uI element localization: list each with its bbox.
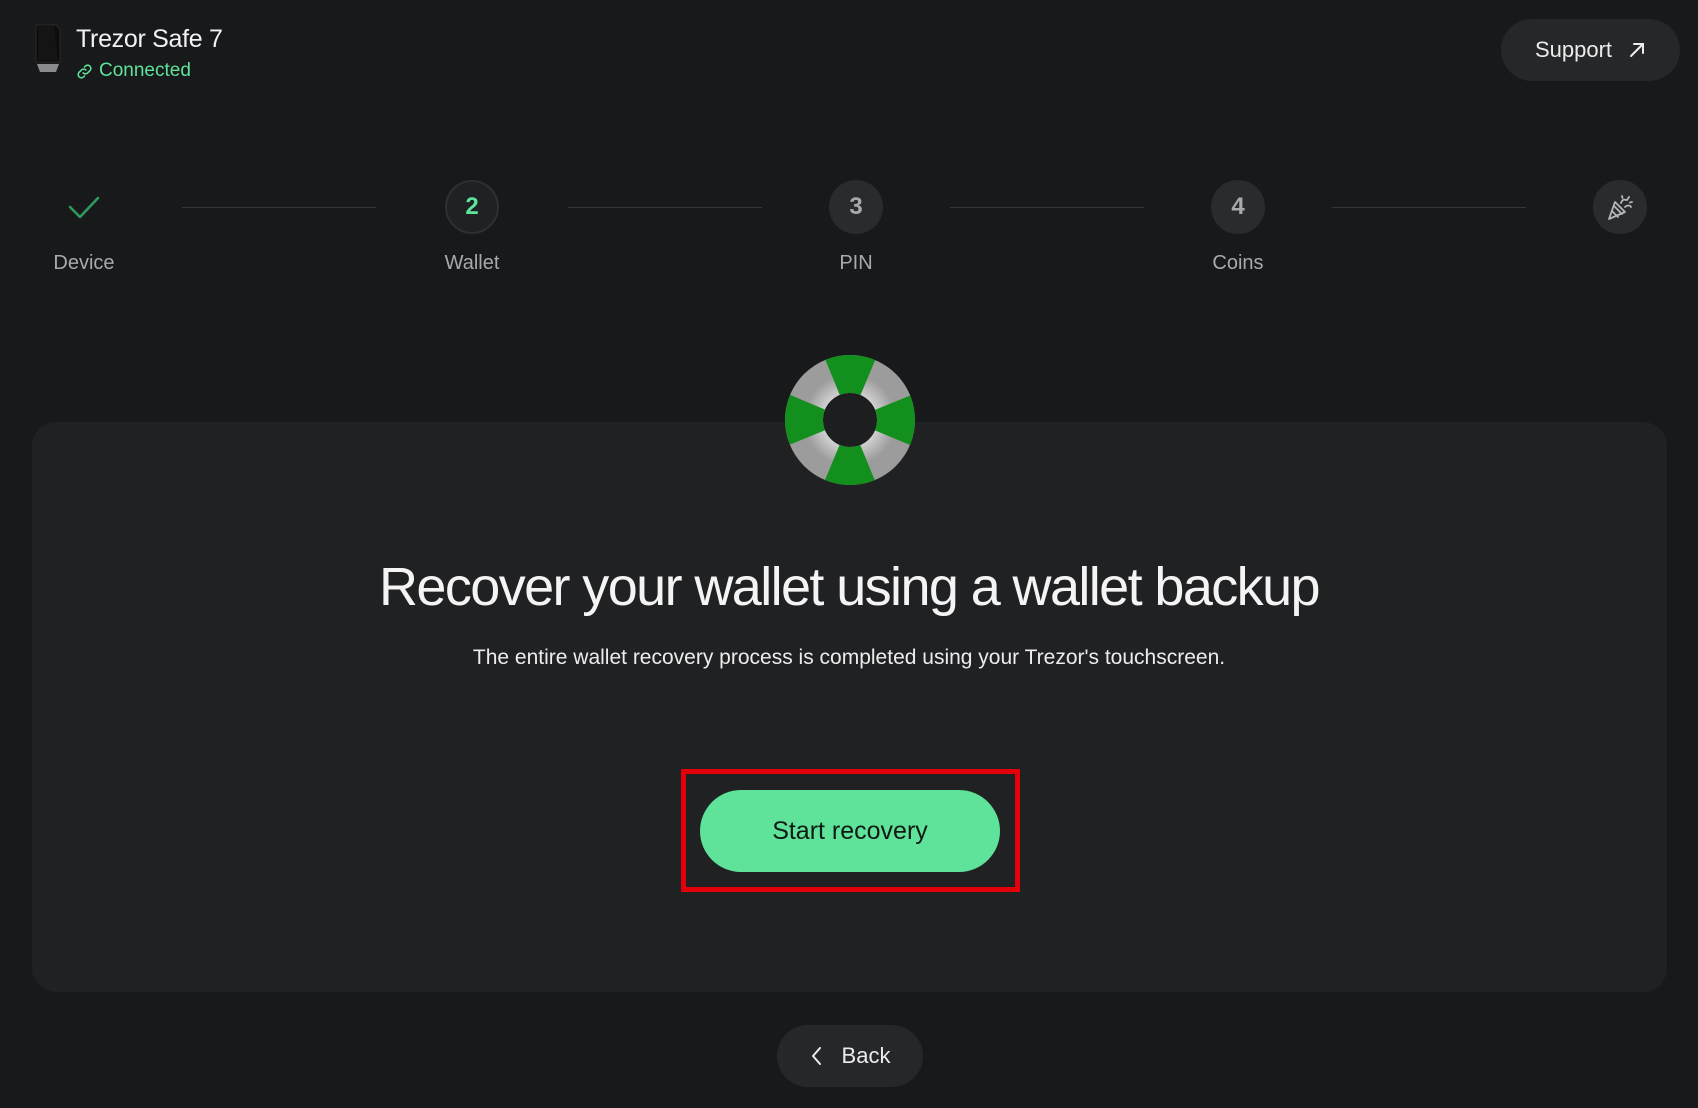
step-connector xyxy=(950,207,1144,208)
connection-status: Connected xyxy=(76,60,223,82)
device-name: Trezor Safe 7 xyxy=(76,25,223,53)
device-text: Trezor Safe 7 Connected xyxy=(76,24,223,82)
device-info: Trezor Safe 7 Connected xyxy=(34,24,223,82)
back-label: Back xyxy=(841,1043,891,1068)
step-pin: 3 PIN xyxy=(796,180,916,275)
step-number: 2 xyxy=(445,180,499,234)
party-popper-icon xyxy=(1593,180,1647,234)
step-number: 4 xyxy=(1211,180,1265,234)
chevron-left-icon xyxy=(811,1047,821,1065)
step-connector xyxy=(568,207,762,208)
link-icon xyxy=(77,63,92,79)
step-connector xyxy=(1332,207,1526,208)
back-button[interactable]: Back xyxy=(777,1025,923,1087)
page-title: Recover your wallet using a wallet backu… xyxy=(379,557,1321,617)
support-label: Support xyxy=(1534,37,1613,62)
step-number: 3 xyxy=(829,180,883,234)
step-device: Device xyxy=(24,180,144,275)
checkmark-icon xyxy=(57,180,111,234)
step-label: Device xyxy=(53,252,115,274)
onboarding-stepper: Device 2 Wallet 3 PIN 4 Coins xyxy=(0,180,1698,290)
header: Trezor Safe 7 Connected Support xyxy=(0,0,1698,110)
lifebuoy-icon xyxy=(783,353,917,487)
step-wallet: 2 Wallet xyxy=(412,180,532,275)
step-label: Wallet xyxy=(444,252,500,274)
start-recovery-button[interactable]: Start recovery xyxy=(700,790,1000,872)
step-connector xyxy=(182,207,376,208)
device-thumbnail-icon xyxy=(34,24,62,76)
external-link-arrow-icon xyxy=(1630,43,1645,57)
page-subtitle: The entire wallet recovery process is co… xyxy=(472,646,1226,669)
status-label: Connected xyxy=(99,60,191,81)
step-label: Coins xyxy=(1212,252,1264,274)
step-coins: 4 Coins xyxy=(1178,180,1298,275)
step-final xyxy=(1560,180,1680,234)
recovery-card xyxy=(32,422,1667,992)
support-button[interactable]: Support xyxy=(1501,19,1680,81)
step-label: PIN xyxy=(839,252,873,274)
